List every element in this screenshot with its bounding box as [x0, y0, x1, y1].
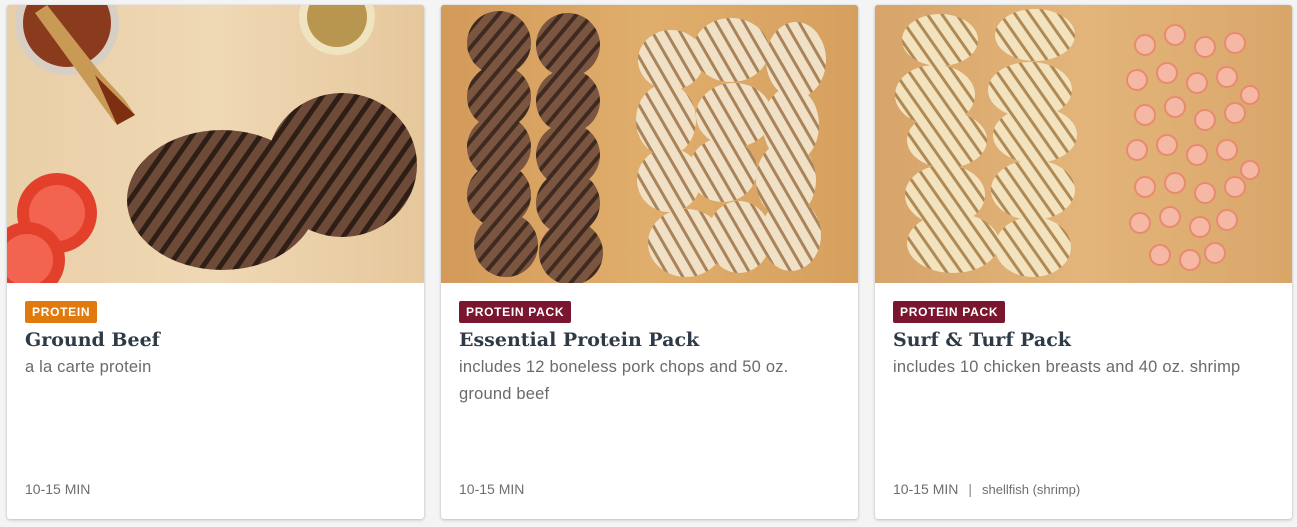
product-card-essential-protein-pack[interactable]: PROTEIN PACK Essential Protein Pack incl… — [441, 5, 858, 519]
product-title[interactable]: Ground Beef — [25, 328, 406, 352]
product-subtitle: includes 10 chicken breasts and 40 oz. s… — [893, 358, 1241, 376]
card-footer: 10-15 MIN — [25, 481, 90, 497]
chicken-and-shrimp-photo[interactable] — [875, 5, 1292, 283]
card-body: PROTEIN PACK Essential Protein Pack incl… — [441, 283, 858, 519]
card-body: PROTEIN Ground Beef a la carte protein 1… — [7, 283, 424, 519]
prep-time: 10-15 MIN — [893, 481, 959, 497]
footer-separator: | — [968, 481, 972, 497]
category-badge: PROTEIN PACK — [893, 301, 1006, 323]
category-badge: PROTEIN PACK — [459, 301, 572, 323]
category-badge: PROTEIN — [25, 301, 98, 323]
card-footer: 10-15 MIN | shellfish (shrimp) — [893, 481, 1080, 497]
prep-time: 10-15 MIN — [25, 481, 91, 497]
product-card-ground-beef[interactable]: PROTEIN Ground Beef a la carte protein 1… — [7, 5, 424, 519]
product-title[interactable]: Surf & Turf Pack — [893, 328, 1274, 352]
product-card-surf-and-turf-pack[interactable]: PROTEIN PACK Surf & Turf Pack includes 1… — [875, 5, 1292, 519]
pork-chops-and-ground-beef-photo[interactable] — [441, 5, 858, 283]
allergen-info: shellfish (shrimp) — [982, 481, 1081, 497]
card-footer: 10-15 MIN — [459, 481, 524, 497]
product-subtitle: includes 12 boneless pork chops and 50 o… — [459, 358, 789, 403]
product-title[interactable]: Essential Protein Pack — [459, 328, 840, 352]
product-subtitle: a la carte protein — [25, 358, 152, 376]
prep-time: 10-15 MIN — [459, 481, 525, 497]
ground-beef-photo[interactable] — [7, 5, 424, 283]
card-body: PROTEIN PACK Surf & Turf Pack includes 1… — [875, 283, 1292, 519]
